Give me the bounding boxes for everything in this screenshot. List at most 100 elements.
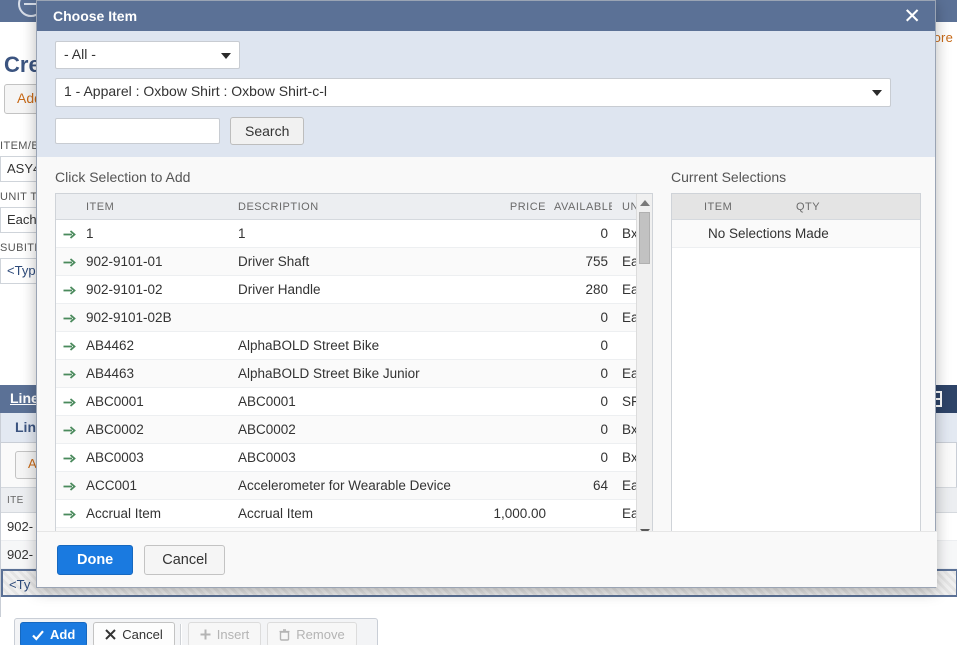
insert-line-button[interactable]: Insert — [187, 622, 262, 645]
item-cell-description: Driver Shaft — [238, 254, 310, 269]
available-items-table: ITEM DESCRIPTION PRICE AVAILABLE UNITS 1… — [55, 193, 653, 540]
screen: Crea Add ITEM/B ASY45 UNIT TY Each SUBIT… — [0, 0, 957, 645]
insert-line-label: Insert — [216, 627, 250, 642]
item-cell-available: 0 — [600, 338, 608, 353]
item-cell-item: 902-9101-02 — [86, 282, 163, 297]
current-selections-panel: Current Selections ITEM QTY No Selection… — [671, 169, 921, 540]
chevron-down-icon — [872, 90, 882, 96]
close-icon[interactable]: ✕ — [901, 6, 923, 27]
col-header-item: ITEM — [86, 201, 115, 213]
tab-lines-label: Line — [10, 390, 39, 406]
item-cell-item: 1 — [86, 226, 94, 241]
item-cell-item: ABC0003 — [86, 450, 144, 465]
item-row[interactable]: 902-9101-01 Driver Shaft 755 Ea — [56, 248, 652, 276]
arrow-right-icon — [56, 450, 82, 465]
item-cell-description: ABC0003 — [238, 450, 296, 465]
item-cell-description: ABC0001 — [238, 394, 296, 409]
available-items-caption: Click Selection to Add — [55, 169, 191, 185]
item-cell-available: 755 — [585, 254, 608, 269]
item-cell-description: Accelerometer for Wearable Device — [238, 478, 451, 493]
item-row[interactable]: ACC001 Accelerometer for Wearable Device 6… — [56, 472, 652, 500]
col-header-sel-item: ITEM — [704, 201, 733, 213]
cancel-button[interactable]: Cancel — [144, 544, 226, 575]
more-link[interactable]: ore — [934, 30, 953, 45]
current-selections-table-header: ITEM QTY — [672, 194, 920, 220]
arrow-right-icon — [56, 394, 82, 409]
choose-item-dialog: Choose Item ✕ - All - 1 - Apparel : Oxbo… — [36, 0, 937, 588]
available-items-panel: Click Selection to Add ITEM DESCRIPTION … — [55, 169, 653, 540]
dialog-title: Choose Item — [53, 8, 138, 24]
item-row[interactable]: ABC0003 ABC0003 0 Bx — [56, 444, 652, 472]
arrow-right-icon — [56, 226, 82, 241]
cancel-line-button[interactable]: Cancel — [93, 622, 175, 645]
dialog-footer: Done Cancel — [37, 531, 937, 587]
item-cell-available: 0 — [600, 310, 608, 325]
item-cell-available: 0 — [600, 366, 608, 381]
arrow-right-icon — [56, 478, 82, 493]
x-icon — [105, 629, 116, 640]
item-cell-item: ACC001 — [86, 478, 138, 493]
search-input[interactable] — [55, 118, 220, 144]
col-header-price: PRICE — [509, 201, 546, 213]
item-cell-available: 0 — [600, 422, 608, 437]
item-cell-item: ABC0001 — [86, 394, 144, 409]
col-header-description: DESCRIPTION — [238, 201, 319, 213]
category-select-value: - All - — [64, 46, 96, 62]
item-row[interactable]: ABC0001 ABC0001 0 SF — [56, 388, 652, 416]
item-cell-description: Accrual Item — [238, 506, 314, 521]
item-row[interactable]: ABC0002 ABC0002 0 Bx — [56, 416, 652, 444]
item-cell-description: 1 — [238, 226, 246, 241]
item-cell-description: Driver Handle — [238, 282, 321, 297]
dialog-filter-band: - All - 1 - Apparel : Oxbow Shirt : Oxbo… — [37, 31, 935, 157]
item-cell-item: 902-9101-02B — [86, 310, 172, 325]
arrow-right-icon — [56, 282, 82, 297]
item-cell-item: ABC0002 — [86, 422, 144, 437]
available-items-table-header: ITEM DESCRIPTION PRICE AVAILABLE UNITS — [56, 194, 652, 220]
item-cell-available: 64 — [592, 478, 608, 493]
remove-line-label: Remove — [296, 627, 345, 642]
plus-icon — [200, 629, 211, 640]
cancel-line-label: Cancel — [122, 627, 163, 642]
item-cell-item: 902-9101-01 — [86, 254, 163, 269]
search-row: Search — [55, 117, 917, 145]
item-cell-available: 0 — [600, 450, 608, 465]
arrow-right-icon — [56, 254, 82, 269]
current-selections-empty-message: No Selections Made — [672, 220, 920, 248]
arrow-right-icon — [56, 310, 82, 325]
item-cell-available: 0 — [600, 226, 608, 241]
item-cell-price: 1,000.00 — [493, 506, 546, 521]
field-label-item: ITEM/B — [0, 140, 40, 152]
remove-line-button[interactable]: Remove — [267, 622, 357, 645]
arrow-right-icon — [56, 338, 82, 353]
item-cell-available: 280 — [585, 282, 608, 297]
lines-footer-toolbar: Add Cancel Insert Remove — [14, 618, 378, 645]
toolbar-divider — [180, 623, 182, 645]
item-row[interactable]: 1 1 0 Bx — [56, 220, 652, 248]
item-cell-item: Accrual Item — [86, 506, 162, 521]
dialog-body: Click Selection to Add ITEM DESCRIPTION … — [37, 157, 935, 559]
col-header-available: AVAILABLE — [554, 201, 612, 213]
add-line-button[interactable]: Add — [20, 622, 88, 645]
category-select[interactable]: - All - — [55, 41, 240, 69]
item-row[interactable]: AB4463 AlphaBOLD Street Bike Junior 0 Ea — [56, 360, 652, 388]
item-select-value: 1 - Apparel : Oxbow Shirt : Oxbow Shirt-… — [64, 83, 327, 99]
done-button[interactable]: Done — [57, 544, 134, 575]
item-cell-description: AlphaBOLD Street Bike Junior — [238, 366, 420, 381]
item-row[interactable]: 902-9101-02 Driver Handle 280 Ea — [56, 276, 652, 304]
item-row[interactable]: AB4462 AlphaBOLD Street Bike 0 — [56, 332, 652, 360]
item-cell-item: AB4462 — [86, 338, 135, 353]
dialog-title-bar: Choose Item ✕ — [37, 1, 935, 31]
item-cell-description: AlphaBOLD Street Bike — [238, 338, 380, 353]
available-items-rows: 1 1 0 Bx 902-9101-01 Driver Shaft 755 Ea 902-910… — [56, 220, 652, 539]
item-select[interactable]: 1 - Apparel : Oxbow Shirt : Oxbow Shirt-… — [55, 78, 891, 107]
item-cell-item: AB4463 — [86, 366, 135, 381]
search-button[interactable]: Search — [230, 117, 305, 145]
scroll-up-arrow-icon[interactable] — [640, 200, 650, 206]
scrollbar-thumb[interactable] — [639, 212, 650, 264]
item-cell-available: 0 — [600, 394, 608, 409]
items-vertical-scrollbar[interactable] — [636, 194, 652, 539]
col-header-sel-qty: QTY — [796, 201, 821, 213]
trash-icon — [279, 628, 290, 641]
item-row[interactable]: 902-9101-02B 0 Ea — [56, 304, 652, 332]
item-row[interactable]: Accrual Item Accrual Item 1,000.00 Ea — [56, 500, 652, 528]
